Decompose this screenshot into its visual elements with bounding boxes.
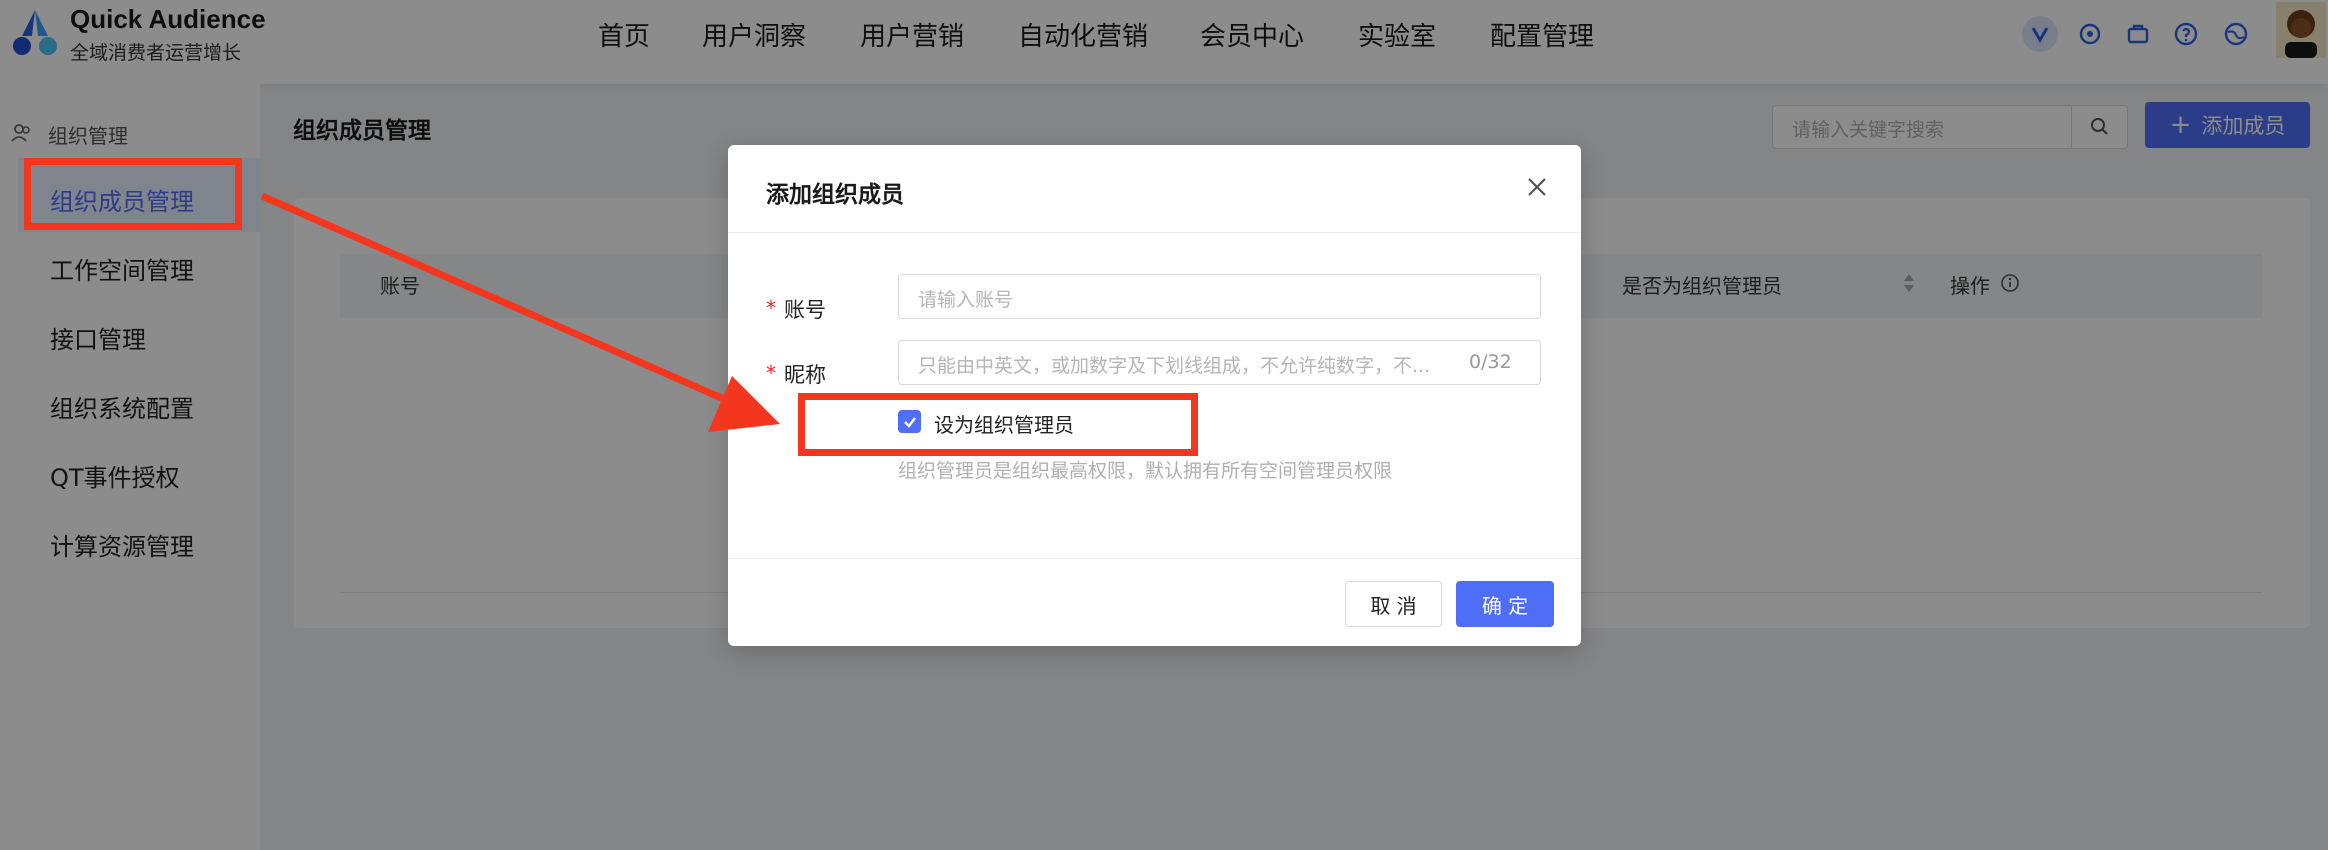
annotation-arrow	[260, 192, 780, 432]
